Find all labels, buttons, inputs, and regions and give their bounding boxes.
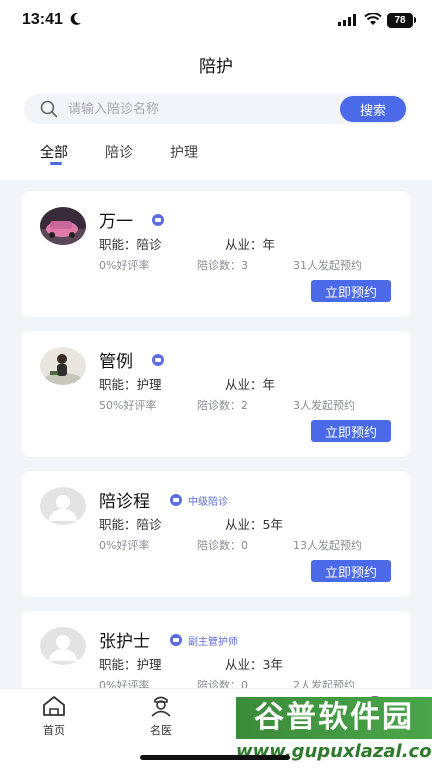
search-box: 搜索 bbox=[24, 94, 408, 124]
years-label: 从业：3年 bbox=[225, 657, 283, 672]
level-badge: 中级陪诊 bbox=[170, 493, 228, 508]
search-button[interactable]: 搜索 bbox=[340, 96, 406, 122]
crown-icon bbox=[152, 354, 164, 366]
avatar bbox=[40, 347, 86, 385]
bookings-label: 3人发起预约 bbox=[293, 399, 355, 412]
tab-nursing[interactable]: 护理 bbox=[170, 142, 198, 162]
header: 陪护 搜索 全部 陪诊 护理 bbox=[0, 42, 432, 180]
rating-label: 50%好评率 bbox=[99, 399, 157, 412]
bookings-label: 31人发起预约 bbox=[293, 259, 362, 272]
count-label: 陪诊数：0 bbox=[197, 539, 248, 552]
nav-home-label: 首页 bbox=[43, 724, 65, 737]
role-label: 职能：护理 bbox=[99, 657, 162, 672]
avatar-placeholder bbox=[40, 487, 86, 525]
level-badge bbox=[152, 213, 170, 227]
caregiver-name: 陪诊程 bbox=[99, 492, 150, 512]
home-icon bbox=[43, 696, 65, 716]
watermark-title: 谷普软件园 bbox=[236, 697, 432, 739]
battery-cap bbox=[414, 17, 416, 23]
search-icon bbox=[40, 100, 58, 118]
caregiver-card[interactable]: 万一 职能：陪诊 从业：年 0%好评率 陪诊数：3 31人发起预约 立即预约 bbox=[22, 191, 410, 317]
caregiver-card[interactable]: 陪诊程 中级陪诊 职能：陪诊 从业：5年 0%好评率 陪诊数：0 13人发起预约… bbox=[22, 471, 410, 597]
page-title: 陪护 bbox=[199, 57, 233, 77]
tab-active-indicator bbox=[50, 162, 62, 165]
tab-escort[interactable]: 陪诊 bbox=[105, 142, 133, 162]
level-badge bbox=[152, 353, 170, 367]
caregiver-card[interactable]: 管例 职能：护理 从业：年 50%好评率 陪诊数：2 3人发起预约 立即预约 bbox=[22, 331, 410, 457]
role-label: 职能：护理 bbox=[99, 377, 162, 392]
avatar-placeholder bbox=[40, 627, 86, 665]
role-label: 职能：陪诊 bbox=[99, 237, 162, 252]
years-label: 从业：年 bbox=[225, 377, 276, 392]
home-indicator bbox=[140, 755, 290, 760]
tab-bar: 全部 陪诊 护理 bbox=[0, 142, 432, 172]
caregiver-name: 万一 bbox=[99, 212, 133, 232]
status-bar: 13:41 78 bbox=[0, 0, 432, 42]
rating-label: 0%好评率 bbox=[99, 259, 150, 272]
book-now-button[interactable]: 立即预约 bbox=[311, 560, 391, 582]
years-label: 从业：5年 bbox=[225, 517, 283, 532]
badge-label: 中级陪诊 bbox=[188, 496, 228, 508]
count-label: 陪诊数：2 bbox=[197, 399, 248, 412]
tab-all[interactable]: 全部 bbox=[40, 142, 68, 162]
nav-home[interactable]: 首页 bbox=[24, 695, 84, 738]
moon-icon bbox=[70, 12, 81, 25]
crown-icon bbox=[170, 634, 182, 646]
crown-icon bbox=[170, 494, 182, 506]
signal-icon bbox=[338, 14, 356, 26]
rating-label: 0%好评率 bbox=[99, 539, 150, 552]
role-label: 职能：陪诊 bbox=[99, 517, 162, 532]
search-input[interactable] bbox=[68, 94, 328, 124]
nav-doctors[interactable]: 名医 bbox=[131, 695, 191, 738]
battery-indicator: 78 bbox=[387, 13, 413, 28]
badge-label: 副主管护师 bbox=[188, 636, 238, 648]
years-label: 从业：年 bbox=[225, 237, 276, 252]
avatar bbox=[40, 207, 86, 245]
book-now-button[interactable]: 立即预约 bbox=[311, 420, 391, 442]
caregiver-name: 张护士 bbox=[99, 632, 150, 652]
bookings-label: 13人发起预约 bbox=[293, 539, 362, 552]
wifi-icon bbox=[364, 13, 382, 25]
nav-doctors-label: 名医 bbox=[150, 724, 172, 737]
book-now-button[interactable]: 立即预约 bbox=[311, 280, 391, 302]
level-badge: 副主管护师 bbox=[170, 633, 238, 648]
count-label: 陪诊数：3 bbox=[197, 259, 248, 272]
status-time: 13:41 bbox=[22, 11, 63, 28]
doctor-icon bbox=[151, 696, 171, 717]
crown-icon bbox=[152, 214, 164, 226]
caregiver-name: 管例 bbox=[99, 352, 133, 372]
